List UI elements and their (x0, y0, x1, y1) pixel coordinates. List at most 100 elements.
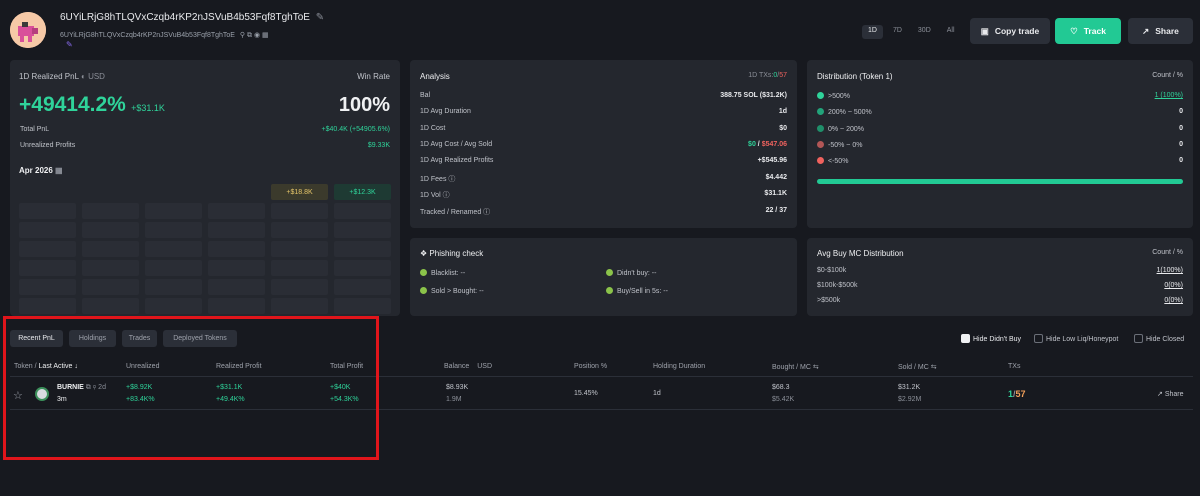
pnl-card: 1D Realized PnL ◐ USD Win Rate +49414.2%… (10, 60, 400, 316)
calendar-day[interactable] (145, 260, 202, 276)
calendar-icon[interactable]: ▦ (55, 166, 63, 175)
currency-icon[interactable]: ◐ (81, 72, 86, 81)
analysis-row-bal: Bal 388.75 SOL ($31.2K) (420, 92, 787, 99)
calendar-day[interactable] (208, 222, 265, 238)
calendar-day[interactable] (334, 203, 391, 219)
calendar-day[interactable] (82, 279, 139, 295)
calendar-day[interactable] (145, 298, 202, 314)
distribution-bar (817, 179, 1183, 184)
col-bought[interactable]: Bought / MC ⇆ (772, 363, 819, 371)
calendar-day[interactable]: +$12.3K (334, 184, 391, 200)
analysis-title: Analysis (420, 72, 450, 81)
pnl-card-title: 1D Realized PnL ◐ USD (19, 72, 105, 81)
calendar-day[interactable] (208, 184, 265, 200)
copy-icon[interactable]: ⧉ (247, 32, 252, 39)
fishhook-icon: ❖ (420, 249, 428, 258)
filter-hide-didnt-buy[interactable]: Hide Didn't Buy (961, 334, 1021, 343)
info-icon[interactable]: ⓘ (443, 192, 450, 199)
calendar-day[interactable] (82, 241, 139, 257)
calendar-day[interactable] (208, 260, 265, 276)
analysis-txs: 1D TXs:0/57 (748, 72, 787, 79)
row-share-button[interactable]: ↗ Share (1157, 390, 1184, 398)
unrealized-row: Unrealized Profits $9.33K (20, 142, 390, 149)
calendar-day[interactable] (271, 298, 328, 314)
calendar-day[interactable]: +$18.8K (271, 184, 328, 200)
col-balance[interactable]: Balance USD (444, 363, 492, 370)
analysis-card: Analysis 1D TXs:0/57 Bal 388.75 SOL ($31.… (410, 60, 797, 228)
calendar-day[interactable] (19, 298, 76, 314)
analysis-row-tracked: Tracked / Renamed ⓘ 22 / 37 (420, 207, 787, 216)
calendar-day[interactable] (334, 298, 391, 314)
calendar-day[interactable] (19, 222, 76, 238)
calendar-day[interactable] (145, 222, 202, 238)
qr-icon[interactable]: ▦ (262, 32, 269, 39)
calendar-day[interactable] (271, 241, 328, 257)
calendar-day[interactable] (145, 279, 202, 295)
info-icon[interactable]: ⓘ (483, 209, 490, 216)
calendar-day[interactable] (145, 241, 202, 257)
calendar-day[interactable] (19, 279, 76, 295)
calendar-day[interactable] (19, 203, 76, 219)
swap-icon[interactable]: ⇆ (813, 364, 819, 371)
calendar-day[interactable] (334, 222, 391, 238)
calendar-day[interactable] (208, 241, 265, 257)
period-7d[interactable]: 7D (887, 25, 908, 39)
calendar-day[interactable] (334, 241, 391, 257)
calendar-day[interactable] (208, 298, 265, 314)
phishing-item: Blacklist: -- (420, 269, 465, 277)
calendar-day[interactable] (82, 222, 139, 238)
legend-dot (817, 141, 824, 148)
copy-trade-button[interactable]: ▣ Copy trade (970, 18, 1050, 44)
phishing-card: ❖ Phishing check Blacklist: -- Didn't bu… (410, 238, 797, 316)
calendar-day[interactable] (145, 203, 202, 219)
period-1d[interactable]: 1D (862, 25, 883, 39)
calendar-day[interactable] (82, 203, 139, 219)
edit-icon[interactable]: ✎ (316, 12, 324, 23)
col-txs[interactable]: TXs (1008, 363, 1020, 370)
calendar-day[interactable] (19, 241, 76, 257)
calendar-day[interactable] (82, 260, 139, 276)
filter-hide-closed[interactable]: Hide Closed (1134, 334, 1184, 343)
calendar-day[interactable] (19, 260, 76, 276)
calendar-day[interactable] (208, 203, 265, 219)
calendar-day[interactable] (82, 184, 139, 200)
calendar-day[interactable] (271, 260, 328, 276)
phishing-item: Buy/Sell in 5s: -- (606, 287, 668, 295)
explorer-icon[interactable]: ◉ (254, 32, 260, 39)
phishing-item: Didn't buy: -- (606, 269, 656, 277)
filter-hide-low-liq[interactable]: Hide Low Liq/Honeypot (1034, 334, 1118, 343)
wallet-address-short: 6UYiLRjG8hTLQVxCzqb4rKP2nJSVuB4b53Fqf8Tg… (60, 32, 269, 39)
rename-icon[interactable]: ✎ (66, 40, 73, 49)
avg-mc-row: $0-$100k 1(100%) (817, 267, 1183, 274)
wallet-avatar (10, 12, 46, 48)
track-button[interactable]: ♡ Track (1055, 18, 1121, 44)
col-sold[interactable]: Sold / MC ⇆ (898, 363, 937, 371)
checkbox-checked-icon (961, 334, 970, 343)
swap-icon[interactable]: ⇆ (931, 364, 937, 371)
search-icon[interactable]: ⚲ (240, 32, 245, 39)
calendar-day[interactable] (82, 298, 139, 314)
calendar-day[interactable] (271, 222, 328, 238)
share-button[interactable]: ↗ Share (1128, 18, 1193, 44)
calendar-day[interactable] (334, 260, 391, 276)
share-icon: ↗ (1142, 25, 1150, 36)
calendar-day[interactable] (145, 184, 202, 200)
distribution-row: >500% 1 (100%) (817, 92, 1183, 100)
avg-mc-row: $100k-$500k 0(0%) (817, 282, 1183, 289)
period-all[interactable]: All (941, 25, 961, 39)
balance-amount: 1.9M (446, 396, 462, 403)
analysis-row-cost: 1D Cost $0 (420, 125, 787, 132)
distribution-col: Count / % (1152, 72, 1183, 79)
calendar-day[interactable] (208, 279, 265, 295)
calendar-day[interactable] (271, 279, 328, 295)
legend-dot (817, 125, 824, 132)
col-position[interactable]: Position % (574, 363, 607, 370)
calendar-day[interactable] (334, 279, 391, 295)
info-icon[interactable]: ⓘ (448, 176, 455, 183)
calendar-day[interactable] (271, 203, 328, 219)
col-holding[interactable]: Holding Duration (653, 363, 705, 370)
distribution-row: -50% ~ 0% 0 (817, 141, 1183, 149)
legend-dot (817, 92, 824, 99)
period-30d[interactable]: 30D (912, 25, 937, 39)
calendar-day[interactable] (19, 184, 76, 200)
